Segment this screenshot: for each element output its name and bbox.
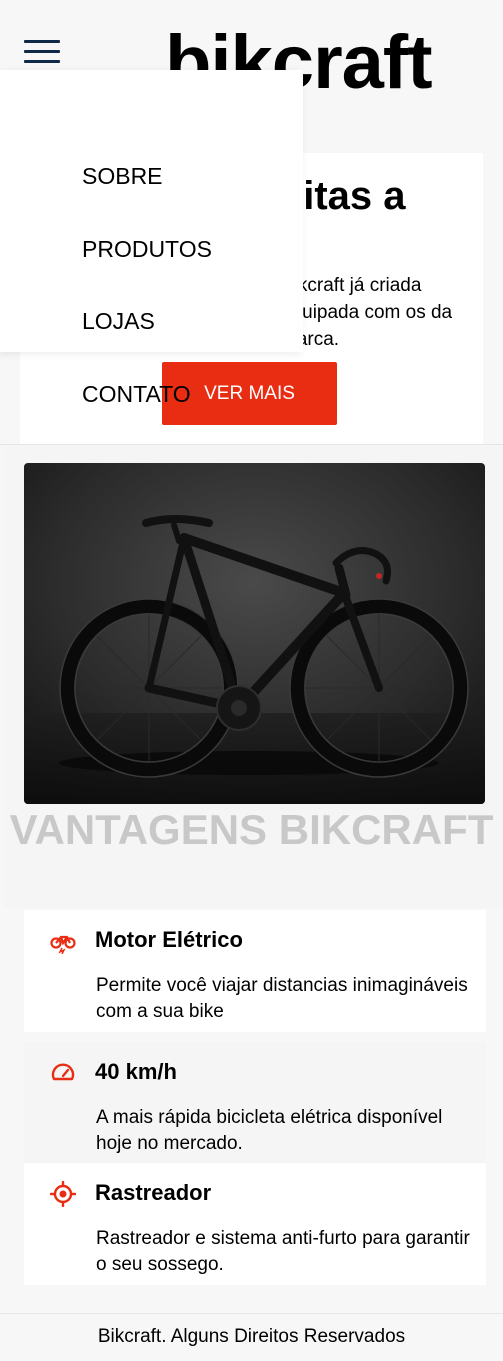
speedometer-icon — [51, 1063, 75, 1081]
nav-menu: SOBRE PRODUTOS LOJAS CONTATO — [0, 70, 303, 407]
features-list: Motor Elétrico Permite você viajar dista… — [24, 910, 486, 1294]
feature-title: Motor Elétrico — [95, 927, 243, 952]
feature-motor: Motor Elétrico Permite você viajar dista… — [24, 910, 486, 1032]
footer-divider — [0, 1313, 503, 1314]
feature-description: Permite você viajar distancias inimaginá… — [96, 975, 468, 1022]
bicycle-photo — [24, 463, 485, 804]
intro-text: Bikcraft já criada equipada com os da ma… — [281, 275, 453, 350]
electric-bike-icon — [50, 935, 76, 954]
divider — [0, 444, 503, 445]
nav-item-contato[interactable]: CONTATO — [82, 380, 191, 408]
nav-item-lojas[interactable]: LOJAS — [82, 307, 155, 335]
feature-description: Rastreador e sistema anti-furto para gar… — [96, 1228, 470, 1275]
feature-description: A mais rápida bicicleta elétrica disponí… — [96, 1107, 443, 1154]
feature-speed: 40 km/h A mais rápida bicicleta elétrica… — [24, 1042, 486, 1164]
footer-text: Bikcraft. Alguns Direitos Reservados — [97, 1326, 406, 1347]
advantages-heading: VANTAGENS BIKCRAFT — [9, 806, 494, 853]
hamburger-menu-icon[interactable] — [24, 38, 60, 64]
target-icon — [50, 1181, 76, 1207]
feature-title: 40 km/h — [95, 1059, 177, 1084]
feature-tracker: Rastreador Rastreador e sistema anti-fur… — [24, 1163, 486, 1285]
nav-item-produtos[interactable]: PRODUTOS — [82, 235, 212, 263]
nav-item-sobre[interactable]: SOBRE — [82, 162, 163, 190]
feature-title: Rastreador — [95, 1180, 212, 1205]
